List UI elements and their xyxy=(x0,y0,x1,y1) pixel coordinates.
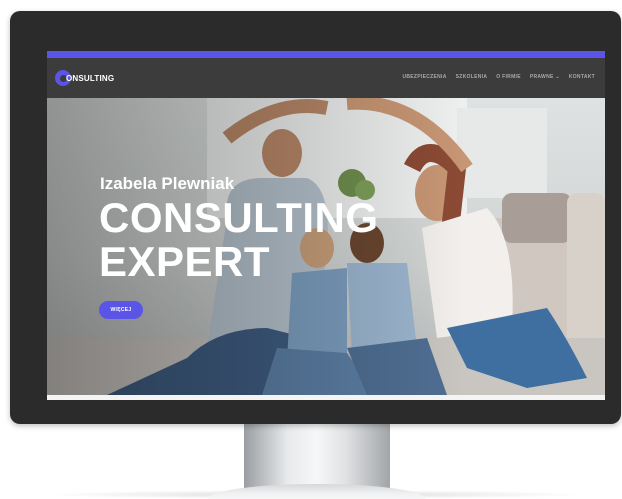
nav-item-prawne-label: PRAWNE xyxy=(529,74,554,80)
hero-section: Izabela Plewniak CONSULTING EXPERT WIĘCE… xyxy=(47,98,605,395)
logo-text: ONSULTING xyxy=(66,73,115,83)
nav-item-o-firmie[interactable]: O FIRMIE xyxy=(496,74,521,80)
hero-title: CONSULTING EXPERT xyxy=(99,196,379,284)
screen-bottom-strip xyxy=(47,395,605,400)
website-screen: ONSULTING UBEZPIECZENIA SZKOLENIA O FIRM… xyxy=(47,51,605,400)
chevron-down-icon: ⌄ xyxy=(555,74,560,80)
nav-item-ubezpieczenia[interactable]: UBEZPIECZENIA xyxy=(402,74,446,80)
more-button[interactable]: WIĘCEJ xyxy=(99,301,143,319)
monitor-frame: ONSULTING UBEZPIECZENIA SZKOLENIA O FIRM… xyxy=(10,11,621,424)
nav-menu: UBEZPIECZENIA SZKOLENIA O FIRMIE PRAWNE … xyxy=(402,74,595,80)
nav-item-szkolenia[interactable]: SZKOLENIA xyxy=(456,74,488,80)
site-logo[interactable]: ONSULTING xyxy=(55,70,114,86)
monitor-stand-neck xyxy=(244,424,390,490)
nav-item-kontakt[interactable]: KONTAKT xyxy=(569,74,595,80)
hero-title-line-2: EXPERT xyxy=(99,238,271,285)
top-accent-bar xyxy=(47,51,605,58)
hero-subtitle: Izabela Plewniak xyxy=(100,174,235,193)
hero-title-line-1: CONSULTING xyxy=(99,194,379,241)
navbar: ONSULTING UBEZPIECZENIA SZKOLENIA O FIRM… xyxy=(47,58,605,98)
monitor-stand-base xyxy=(208,484,426,499)
nav-item-prawne[interactable]: PRAWNE ⌄ xyxy=(530,74,560,80)
